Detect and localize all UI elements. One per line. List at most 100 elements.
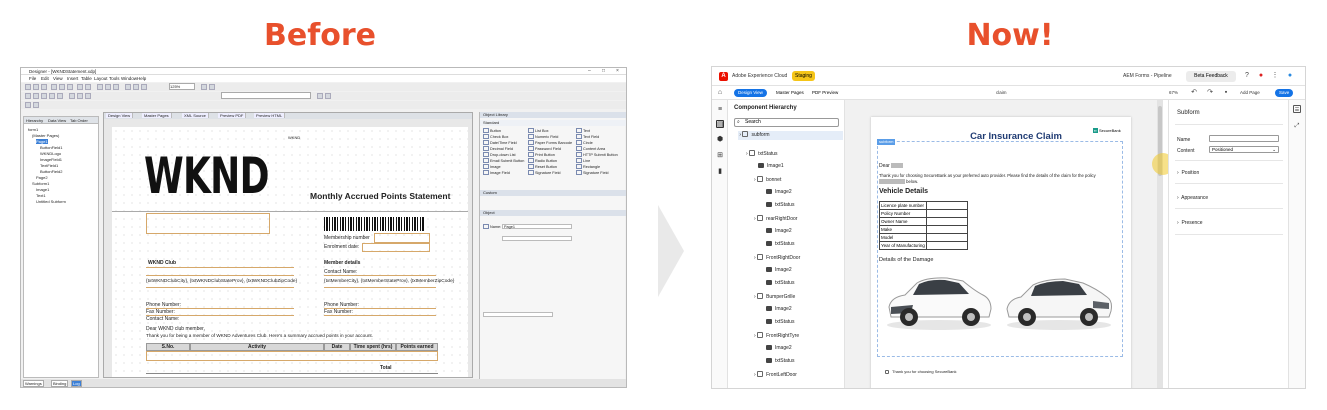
object-item[interactable]: Paper Forms Barcode (528, 140, 572, 145)
apps-grid-icon[interactable]: ⋮ (1271, 72, 1279, 80)
menu-file[interactable]: File (29, 76, 36, 81)
grid-icon[interactable] (141, 84, 147, 90)
tree-item[interactable]: txtStatus (766, 202, 794, 208)
object-item[interactable]: Circle (576, 140, 593, 145)
object-item[interactable]: Reset Button (528, 164, 557, 169)
property-select[interactable] (483, 312, 553, 317)
tree-item[interactable]: Image2 (766, 345, 792, 351)
section-position[interactable]: › Position (1177, 170, 1199, 176)
align-icon[interactable] (113, 84, 119, 90)
tab-preview-html[interactable]: Preview HTML (254, 113, 286, 118)
object-item[interactable]: Radio Button (528, 158, 557, 163)
bold-icon[interactable] (41, 93, 47, 99)
maximize-icon[interactable]: □ (602, 68, 605, 74)
row-value[interactable] (925, 201, 969, 210)
tree-item[interactable]: Text1 (36, 193, 46, 198)
properties-icon[interactable]: ☰ (1293, 105, 1301, 113)
object-item[interactable]: Decimal Field (483, 146, 513, 151)
menu-tools[interactable]: Tools (109, 76, 120, 81)
car-front-image[interactable] (883, 267, 995, 331)
tab-pdf-preview[interactable]: PDF Preview (808, 89, 842, 97)
align-icon[interactable] (97, 84, 103, 90)
policy-placeholder[interactable] (879, 179, 905, 184)
minimize-icon[interactable]: – (588, 68, 591, 74)
help-icon[interactable]: ? (1243, 72, 1251, 80)
tab-data-view[interactable]: Data View (48, 118, 66, 123)
tree-item[interactable]: › txtStatus (746, 150, 778, 157)
zoom-in-icon[interactable] (201, 84, 207, 90)
tree-item[interactable]: › FrontRightTyre (754, 332, 799, 339)
tree-item[interactable]: Image1 (36, 187, 49, 192)
tree-item[interactable]: Page1 (36, 139, 48, 144)
tab-hierarchy[interactable]: Hierarchy (26, 118, 43, 123)
row-value[interactable] (925, 225, 969, 234)
bold-icon[interactable] (317, 93, 323, 99)
tree-item[interactable]: TextField1 (40, 163, 58, 168)
tree-item[interactable]: form1 (28, 127, 38, 132)
delete-icon[interactable]: ▪ (1222, 89, 1230, 97)
tree-item[interactable]: ButtonField1 (40, 145, 62, 150)
tree-item-selected[interactable]: › subform (738, 131, 843, 140)
object-item[interactable]: Signature Field (576, 170, 609, 175)
cut-icon[interactable] (51, 84, 57, 90)
object-item[interactable]: Text (576, 128, 590, 133)
table-row[interactable] (146, 351, 438, 361)
tree-item[interactable]: txtStatus (766, 319, 794, 325)
align-right-icon[interactable] (85, 93, 91, 99)
align-left-icon[interactable] (69, 93, 75, 99)
tree-item[interactable]: ImageField1 (40, 157, 62, 162)
car-rear-image[interactable] (1003, 267, 1115, 331)
object-item[interactable]: HTTP Submit Button (576, 152, 618, 157)
object-item[interactable]: Signature Field (528, 170, 561, 175)
tree-item[interactable]: Page2 (36, 175, 48, 180)
components-icon[interactable]: ⬢ (716, 136, 724, 144)
tree-item[interactable]: txtStatus (766, 241, 794, 247)
zoom-out-icon[interactable] (209, 84, 215, 90)
new-icon[interactable] (25, 84, 31, 90)
home-icon[interactable]: ⌂ (716, 89, 724, 97)
name-placeholder[interactable] (891, 163, 904, 168)
hierarchy-icon[interactable]: ▤ (716, 120, 724, 128)
save-button[interactable]: Save (1275, 89, 1294, 97)
menu-window[interactable]: Window (121, 76, 137, 81)
row-value[interactable] (925, 233, 969, 242)
object-item[interactable]: List Box (528, 128, 549, 133)
menu-view[interactable]: View (53, 76, 63, 81)
object-item[interactable]: Content Area (576, 146, 605, 151)
beta-feedback-button[interactable]: Beta Feedback (1186, 71, 1236, 82)
align-icon[interactable] (105, 84, 111, 90)
object-item[interactable]: Check Box (483, 134, 508, 139)
font-icon[interactable] (33, 93, 39, 99)
tree-item[interactable]: › FrontLeftDoor (754, 371, 797, 378)
search-input[interactable]: ⌕ Search (734, 118, 839, 127)
database-icon[interactable]: ▮ (716, 168, 724, 176)
row-value[interactable] (925, 241, 969, 250)
tab-log[interactable]: Log (71, 380, 82, 387)
redo-icon[interactable] (85, 84, 91, 90)
copy-icon[interactable] (59, 84, 65, 90)
object-item[interactable]: Print Button (528, 152, 555, 157)
tab-tab-order[interactable]: Tab Order (70, 118, 88, 123)
section-presence[interactable]: › Presence (1177, 220, 1203, 226)
tab-master-pages[interactable]: Master Pages (772, 89, 808, 97)
object-item[interactable]: Date/Time Field (483, 140, 517, 145)
menu-edit[interactable]: Edit (41, 76, 49, 81)
open-icon[interactable] (33, 84, 39, 90)
italic-icon[interactable] (325, 93, 331, 99)
menu-help[interactable]: Help (137, 76, 146, 81)
object-item[interactable]: Line (576, 158, 590, 163)
tree-item[interactable]: Image2 (766, 306, 792, 312)
tree-item[interactable]: Image1 (758, 163, 784, 169)
font-icon[interactable] (25, 93, 31, 99)
tree-item[interactable]: › rearRightDoor (754, 215, 797, 222)
tree-item[interactable]: Image2 (766, 228, 792, 234)
object-item[interactable]: Image Field (483, 170, 510, 175)
close-icon[interactable]: × (616, 68, 619, 74)
data-icon[interactable]: ⊞ (716, 152, 724, 160)
menu-icon[interactable]: ≡ (716, 106, 724, 114)
tree-item[interactable]: ButtonField2 (40, 169, 62, 174)
name-input[interactable]: Page1 (502, 224, 572, 229)
tree-item[interactable]: txtStatus (766, 280, 794, 286)
undo-icon[interactable] (77, 84, 83, 90)
object-item[interactable]: Numeric Field (528, 134, 558, 139)
